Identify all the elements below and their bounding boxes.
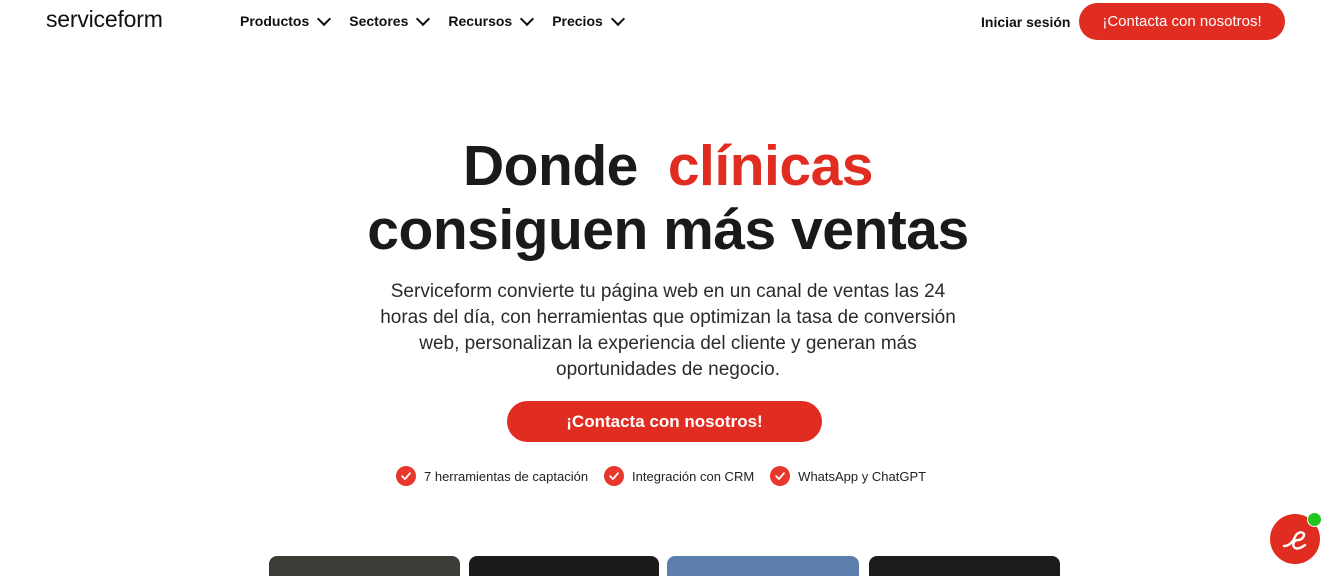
hero-title-accent: clínicas (667, 134, 874, 198)
feature-list: 7 herramientas de captación Integración … (396, 466, 926, 486)
feature-label: WhatsApp y ChatGPT (798, 468, 927, 484)
hero-title-line-1: Donde clínicas (0, 134, 1336, 198)
nav-item-recursos[interactable]: Recursos (448, 11, 535, 29)
feature-label: Integración con CRM (632, 468, 755, 484)
chevron-down-icon (317, 11, 332, 27)
online-status-dot (1307, 512, 1322, 527)
showcase-card[interactable] (869, 556, 1060, 576)
hero-contact-button[interactable]: ¡Contacta con nosotros! (507, 401, 822, 442)
nav-item-label: Sectores (349, 13, 409, 29)
nav-item-label: Productos (240, 13, 310, 29)
showcase-card[interactable] (269, 556, 460, 576)
top-navigation: serviceform Productos Sectores Recursos … (0, 0, 1336, 44)
hero-title: Donde clínicas consiguen más ventas (0, 134, 1336, 262)
nav-item-label: Recursos (448, 13, 513, 29)
check-circle-icon (396, 466, 416, 486)
chevron-down-icon (610, 11, 625, 27)
chat-widget-icon (1282, 531, 1307, 550)
header-contact-button[interactable]: ¡Contacta con nosotros! (1079, 3, 1285, 40)
nav-item-productos[interactable]: Productos (240, 11, 332, 29)
chevron-down-icon (520, 11, 535, 27)
showcase-card[interactable] (667, 556, 859, 576)
nav-item-precios[interactable]: Precios (552, 11, 625, 29)
nav-item-label: Precios (552, 13, 603, 29)
check-circle-icon (770, 466, 791, 486)
login-link[interactable]: Iniciar sesión (981, 14, 1070, 30)
feature-label: 7 herramientas de captación (424, 468, 589, 484)
chevron-down-icon (416, 11, 431, 27)
serviceform-logo[interactable]: serviceform (46, 6, 163, 33)
feature-item: 7 herramientas de captación (396, 466, 588, 486)
hero-title-text: Donde (463, 134, 638, 198)
main-nav: Productos Sectores Recursos Precios (240, 11, 625, 29)
feature-item: Integración con CRM (604, 466, 754, 486)
hero-description: Serviceform convierte tu página web en u… (380, 281, 956, 380)
showcase-card[interactable] (469, 556, 659, 576)
hero-title-line-2: consiguen más ventas (367, 198, 969, 262)
nav-item-sectores[interactable]: Sectores (349, 11, 431, 29)
check-circle-icon (604, 466, 625, 486)
feature-item: WhatsApp y ChatGPT (770, 466, 926, 486)
